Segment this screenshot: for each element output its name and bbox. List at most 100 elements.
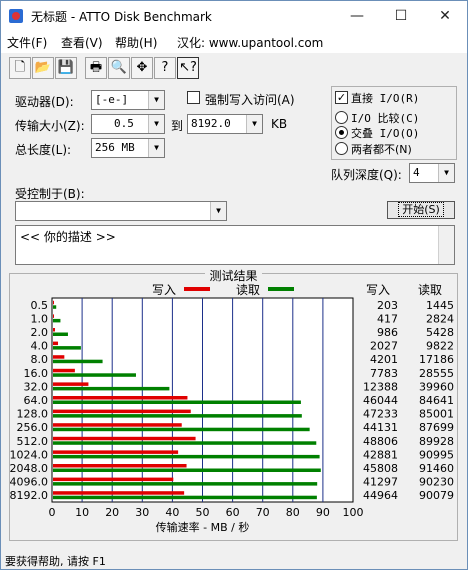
read-value: 90079 <box>419 489 454 502</box>
read-value: 87699 <box>419 421 454 434</box>
status-text: 要获得帮助, 请按 F1 <box>5 555 106 568</box>
total-length-value: 256 MB <box>95 141 135 154</box>
read-value: 89928 <box>419 435 454 448</box>
read-bar <box>53 441 317 445</box>
read-value: 84641 <box>419 394 454 407</box>
read-bar <box>53 373 136 377</box>
write-bar <box>53 450 179 454</box>
x-tick-label: 90 <box>316 506 330 519</box>
read-value: 90995 <box>419 448 454 461</box>
transfer-from-select[interactable]: 0.5 ▼ <box>91 114 165 134</box>
read-bar <box>53 346 81 350</box>
write-value: 47233 <box>363 408 398 421</box>
print-icon[interactable]: 🖶 <box>85 57 107 79</box>
category-label: 2.0 <box>31 326 49 339</box>
x-tick-label: 10 <box>75 506 89 519</box>
context-help-icon[interactable]: ↖? <box>177 57 199 79</box>
write-value: 42881 <box>363 448 398 461</box>
title-bar: 无标题 - ATTO Disk Benchmark — ☐ ✕ <box>1 1 467 31</box>
save-icon[interactable]: 💾 <box>55 57 77 79</box>
queue-depth-label: 队列深度(Q): <box>331 168 402 182</box>
write-bar <box>53 409 191 414</box>
menu-file[interactable]: 文件(F) <box>7 34 47 51</box>
neither-radio[interactable] <box>335 142 348 155</box>
app-icon <box>9 9 23 23</box>
write-bar <box>53 436 196 441</box>
write-value: 44131 <box>363 421 398 434</box>
maximize-button[interactable]: ☐ <box>379 1 423 31</box>
category-label: 256.0 <box>17 421 49 434</box>
controlled-by-label: 受控制于(B): <box>15 187 85 201</box>
total-length-select[interactable]: 256 MB ▼ <box>91 138 165 158</box>
legend-write-swatch <box>184 287 210 291</box>
x-axis-label: 传输速率 - MB / 秒 <box>156 520 250 534</box>
x-tick-label: 30 <box>135 506 149 519</box>
status-bar: 要获得帮助, 请按 F1 <box>1 553 467 569</box>
read-value: 91460 <box>419 462 454 475</box>
write-value: 44964 <box>363 489 398 502</box>
write-bar <box>53 477 174 482</box>
drive-select[interactable]: [-e-] ▼ <box>91 90 165 110</box>
force-write-checkbox[interactable] <box>187 91 200 104</box>
category-label: 1024.0 <box>10 448 48 461</box>
category-label: 16.0 <box>24 367 49 380</box>
read-bar <box>53 482 318 486</box>
category-label: 0.5 <box>31 299 49 312</box>
overlapped-io-label: 交叠 I/O(O) <box>351 127 420 140</box>
kb-label: KB <box>271 117 288 131</box>
legend-write-label: 写入 <box>152 283 176 297</box>
category-label: 1.0 <box>31 312 49 325</box>
write-value: 203 <box>377 299 398 312</box>
read-bar <box>53 454 320 459</box>
chevron-down-icon[interactable]: ▼ <box>438 164 454 182</box>
open-folder-icon[interactable]: 📂 <box>32 57 54 79</box>
total-length-label: 总长度(L): <box>15 143 72 157</box>
chevron-down-icon[interactable]: ▼ <box>148 139 164 157</box>
start-button[interactable]: 开始(S) <box>387 201 455 219</box>
x-tick-label: 100 <box>343 506 364 519</box>
x-tick-label: 80 <box>286 506 300 519</box>
read-bar <box>53 359 103 364</box>
queue-depth-select[interactable]: 4 ▼ <box>409 163 455 183</box>
drive-value: [-e-] <box>95 93 129 106</box>
direct-io-checkbox[interactable]: ✓ <box>335 91 348 104</box>
print-preview-icon[interactable]: 🔍 <box>108 57 130 79</box>
read-column-header: 读取 <box>418 283 442 297</box>
menu-localization[interactable]: 汉化: www.upantool.com <box>177 34 323 51</box>
menu-help[interactable]: 帮助(H) <box>115 34 157 51</box>
chevron-down-icon[interactable]: ▼ <box>246 115 262 133</box>
category-label: 8192.0 <box>10 489 48 502</box>
read-bar <box>53 305 57 309</box>
queue-depth-value: 4 <box>413 166 420 179</box>
transfer-size-label: 传输大小(Z): <box>15 119 85 133</box>
category-label: 4096.0 <box>10 476 48 489</box>
category-label: 2048.0 <box>10 462 48 475</box>
chevron-down-icon[interactable]: ▼ <box>210 202 226 220</box>
write-bar <box>53 355 65 359</box>
description-scrollbar[interactable] <box>438 226 454 264</box>
io-compare-radio[interactable] <box>335 111 348 124</box>
app-window: 无标题 - ATTO Disk Benchmark — ☐ ✕ 文件(F) 查看… <box>0 0 468 570</box>
menu-view[interactable]: 查看(V) <box>61 34 103 51</box>
new-file-icon[interactable]: 🗋 <box>9 57 31 79</box>
transfer-to-select[interactable]: 8192.0 ▼ <box>187 114 263 134</box>
controlled-by-select[interactable]: ▼ <box>15 201 227 221</box>
write-value: 4201 <box>370 353 398 366</box>
close-button[interactable]: ✕ <box>423 1 467 31</box>
results-panel: 测试结果 0 10 20 30 40 50 60 70 80 90 100 传输速率 - MB / 秒… <box>9 269 458 541</box>
benchmark-chart: 0 10 20 30 40 50 60 70 80 90 100 传输速率 - MB / 秒 写入 读取 写… <box>10 283 454 534</box>
minimize-button[interactable]: — <box>335 1 379 31</box>
read-value: 85001 <box>419 408 454 421</box>
description-textarea[interactable]: << 你的描述 >> <box>15 225 455 265</box>
x-tick-label: 0 <box>49 506 56 519</box>
description-text: << 你的描述 >> <box>20 230 116 244</box>
write-bar <box>53 328 56 332</box>
move-icon[interactable]: ✥ <box>131 57 153 79</box>
direct-io-label: 直接 I/O(R) <box>351 92 420 105</box>
help-icon[interactable]: ? <box>154 57 176 79</box>
chevron-down-icon[interactable]: ▼ <box>148 91 164 109</box>
overlapped-io-radio[interactable] <box>335 126 348 139</box>
transfer-from-value: 0.5 <box>114 117 134 130</box>
chevron-down-icon[interactable]: ▼ <box>148 115 164 133</box>
read-value: 17186 <box>419 353 454 366</box>
